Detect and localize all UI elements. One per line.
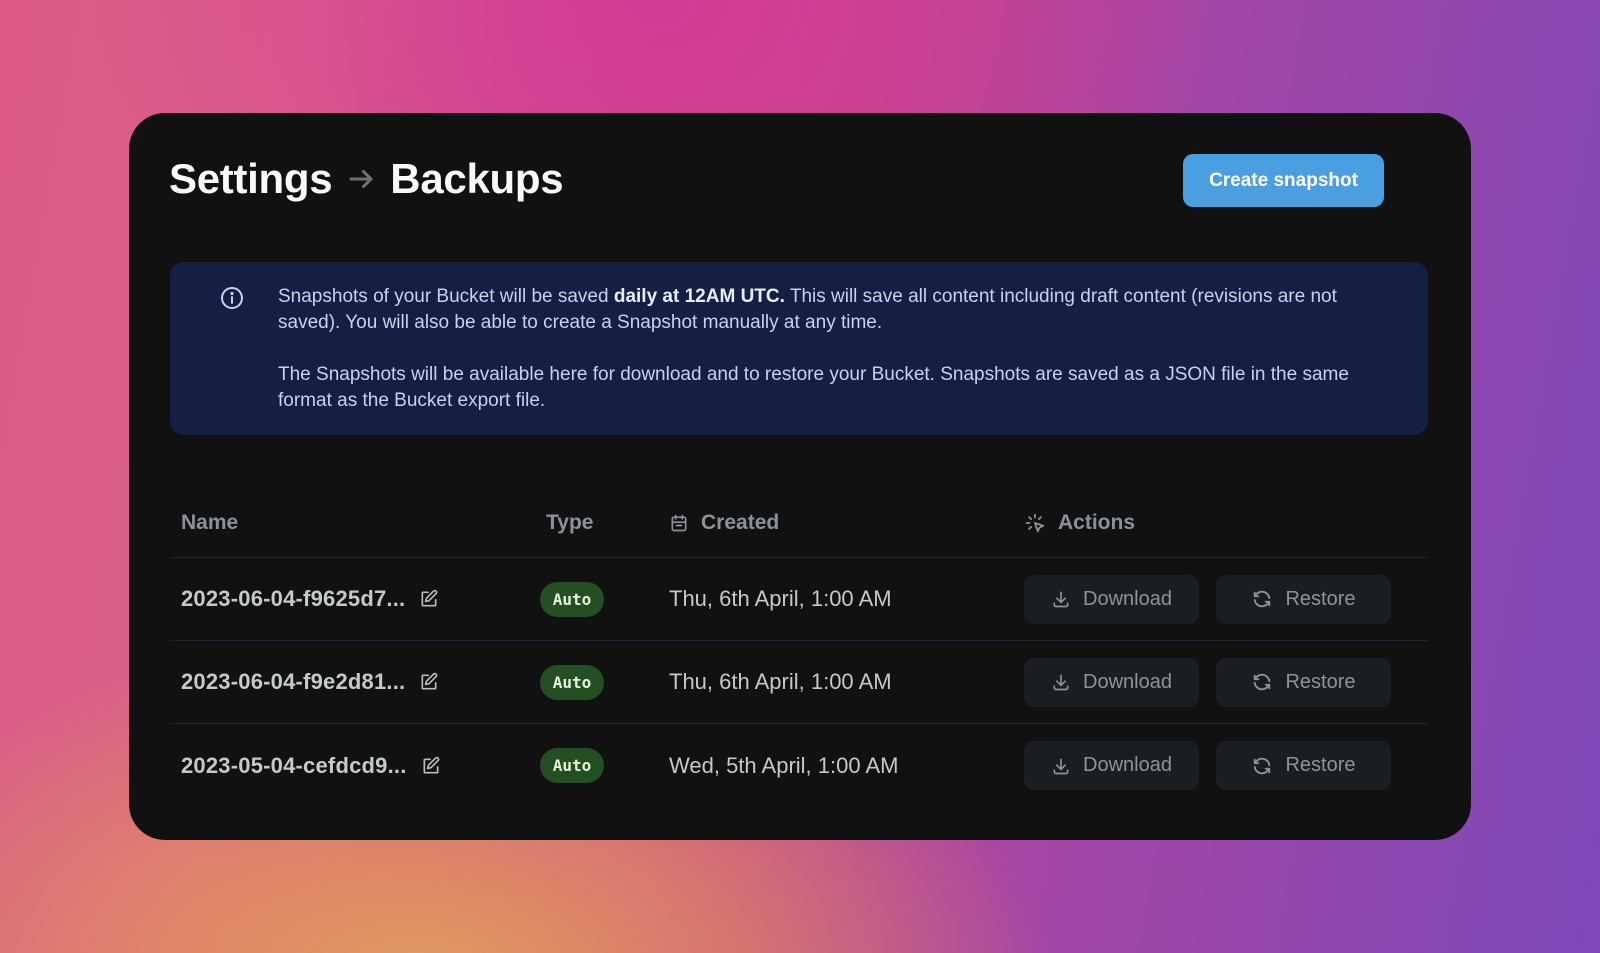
snapshot-name: 2023-06-04-f9e2d81... [181, 669, 406, 694]
created-date: Thu, 6th April, 1:00 AM [669, 669, 892, 694]
download-button[interactable]: Download [1024, 657, 1199, 707]
download-label: Download [1083, 670, 1172, 693]
table-row: 2023-05-04-cefdcd9... Auto Wed, 5th Apri… [170, 724, 1428, 807]
restore-label: Restore [1285, 670, 1356, 693]
download-icon [1051, 589, 1071, 609]
arrow-right-icon [346, 164, 376, 194]
restore-button[interactable]: Restore [1216, 741, 1391, 790]
backups-card: Settings Backups Create snapshot Snapsho… [129, 113, 1471, 840]
type-badge: Auto [540, 664, 604, 700]
table-row: 2023-06-04-f9e2d81... Auto Thu, 6th Apri… [170, 641, 1428, 724]
info-paragraph-1: Snapshots of your Bucket will be saved d… [278, 284, 1368, 336]
type-badge: Auto [540, 748, 604, 783]
refresh-icon [1251, 755, 1273, 777]
info-circle-icon [220, 286, 244, 318]
restore-label: Restore [1285, 587, 1356, 610]
download-label: Download [1083, 587, 1172, 610]
table-header: Name Type Created Actions [170, 488, 1428, 558]
breadcrumb-settings[interactable]: Settings [169, 155, 333, 203]
snapshot-name: 2023-05-04-cefdcd9... [181, 752, 407, 778]
info-text: Snapshots of your Bucket will be saved [278, 286, 614, 307]
download-button[interactable]: Download [1024, 741, 1199, 790]
download-label: Download [1083, 754, 1172, 776]
restore-label: Restore [1285, 754, 1356, 776]
created-date: Wed, 5th April, 1:00 AM [669, 752, 899, 778]
download-button[interactable]: Download [1024, 574, 1199, 624]
refresh-icon [1251, 588, 1273, 610]
calendar-icon [669, 513, 689, 533]
table-row: 2023-06-04-f9625d7... Auto Thu, 6th Apri… [170, 558, 1428, 641]
column-header-type: Type [540, 511, 669, 535]
column-header-actions: Actions [1024, 511, 1428, 535]
download-icon [1051, 756, 1071, 776]
create-snapshot-button[interactable]: Create snapshot [1183, 154, 1384, 207]
column-label: Created [701, 510, 780, 534]
restore-button[interactable]: Restore [1216, 657, 1391, 707]
info-banner: Snapshots of your Bucket will be saved d… [170, 262, 1428, 435]
column-label: Actions [1058, 510, 1136, 534]
column-label: Type [546, 510, 594, 534]
breadcrumb-backups: Backups [390, 155, 564, 202]
column-header-created: Created [669, 511, 1024, 535]
column-label: Name [181, 510, 239, 534]
download-icon [1051, 672, 1071, 692]
page-title: Settings Backups [169, 155, 564, 203]
info-paragraph-2: The Snapshots will be available here for… [278, 364, 1349, 411]
info-highlight: daily at 12AM UTC. [613, 286, 785, 307]
refresh-icon [1251, 671, 1273, 693]
edit-icon[interactable] [419, 589, 439, 609]
column-header-name: Name [170, 511, 540, 535]
snapshots-table: Name Type Created Actions 2023-06-04-f96… [170, 488, 1428, 807]
edit-icon[interactable] [421, 756, 441, 776]
restore-button[interactable]: Restore [1216, 574, 1391, 624]
created-date: Thu, 6th April, 1:00 AM [669, 586, 892, 611]
snapshot-name: 2023-06-04-f9625d7... [181, 586, 406, 611]
cursor-click-icon [1024, 512, 1046, 534]
edit-icon[interactable] [419, 672, 439, 692]
type-badge: Auto [540, 581, 604, 617]
